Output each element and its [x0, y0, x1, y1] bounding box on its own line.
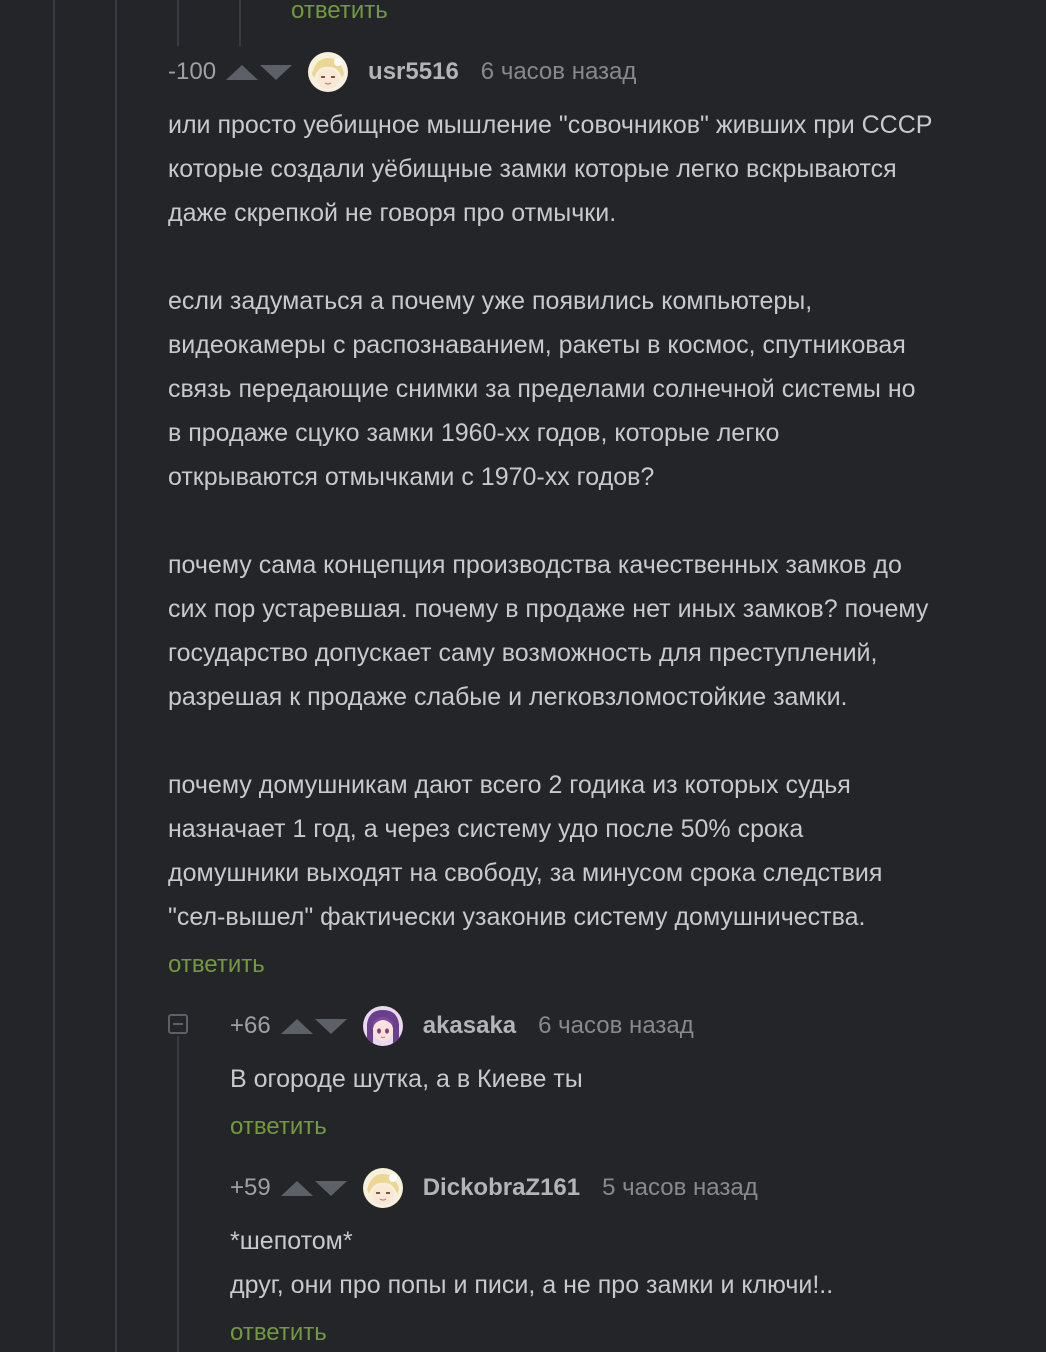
comment-body: или просто уебищное мышление "совочников…: [168, 103, 932, 939]
comment-body: *шепотом* друг, они про попы и писи, а н…: [230, 1219, 833, 1307]
comment-rating: +66: [230, 1012, 271, 1039]
avatar[interactable]: [362, 1006, 403, 1046]
comment-text-line: назначает 1 год, а через систему удо пос…: [168, 815, 804, 843]
downvote-icon[interactable]: [314, 1180, 347, 1196]
thread-line: [115, 0, 117, 1352]
reply-link[interactable]: ответить: [291, 0, 388, 26]
comment-text-line: даже скрепкой не говоря про отмычки.: [168, 199, 617, 227]
comment-text-line: государство допускает саму возможность д…: [168, 639, 878, 667]
comment-username[interactable]: DickobraZ161: [423, 1174, 580, 1202]
reply-link[interactable]: ответить: [230, 1112, 327, 1142]
blonde-anime-avatar-icon: [362, 1168, 403, 1208]
comment-text-line: если задуматься а почему уже появились к…: [168, 287, 813, 315]
collapse-thread-icon[interactable]: [168, 1014, 188, 1034]
comment-text-line: домушники выходят на свободу, за минусом…: [168, 859, 883, 887]
comment-timestamp: 6 часов назад: [480, 58, 637, 85]
upvote-icon[interactable]: [280, 1180, 313, 1196]
comment-username[interactable]: usr5516: [368, 58, 459, 86]
comment-rating: +59: [230, 1174, 271, 1201]
comment-text-line: которые создали уёбищные замки которые л…: [168, 155, 897, 183]
upvote-icon[interactable]: [280, 1018, 313, 1034]
blonde-anime-avatar-icon: [308, 52, 349, 92]
thread-line: [53, 0, 55, 1352]
comment-text-line: *шепотом*: [230, 1227, 353, 1255]
avatar[interactable]: [362, 1168, 403, 1208]
comment-text-line: связь передающие снимки за пределами сол…: [168, 375, 916, 403]
comment-text-line: в продаже сцуко замки 1960-хх годов, кот…: [168, 419, 780, 447]
comment-rating: -100: [168, 58, 217, 85]
comment-text-line: сих пор устаревшая. почему в продаже нет…: [168, 595, 929, 623]
comment-text-line: друг, они про попы и писи, а не про замк…: [230, 1271, 834, 1299]
comment-text-line: "сел-вышел" фактически узаконив систему …: [168, 903, 866, 931]
downvote-icon[interactable]: [314, 1018, 347, 1034]
comment-text-line: В огороде шутка, а в Киеве ты: [230, 1065, 583, 1093]
upvote-icon[interactable]: [226, 64, 259, 80]
comment-text-line: почему домушникам дают всего 2 годика из…: [168, 771, 851, 799]
avatar[interactable]: [308, 52, 349, 92]
comment-timestamp: 5 часов назад: [602, 1174, 758, 1201]
reply-link[interactable]: ответить: [230, 1318, 327, 1348]
comment-body: В огороде шутка, а в Киеве ты: [230, 1057, 583, 1101]
purple-hair-anime-avatar-icon: [362, 1006, 403, 1046]
comment-text-line: видеокамеры с распознаванием, ракеты в к…: [168, 331, 906, 359]
thread-line: [239, 0, 241, 46]
comment-text-line: открываются отмычками с 1970-хх годов?: [168, 463, 655, 491]
thread-line: [177, 0, 179, 46]
comment-text-line: почему сама концепция производства качес…: [168, 551, 902, 579]
comment-text-line: или просто уебищное мышление "совочников…: [168, 111, 933, 139]
comment-header: +66 akasaka 6 часов назад: [230, 1006, 694, 1046]
comment-timestamp: 6 часов назад: [538, 1012, 694, 1039]
comment-text-line: разрешая к продаже слабые и легковзломос…: [168, 683, 848, 711]
comment-header: +59 DickobraZ161 5 часов назад: [230, 1168, 758, 1208]
downvote-icon[interactable]: [260, 64, 293, 80]
comment-header: -100 usr5516 6 часов назад: [168, 52, 636, 92]
comment-username[interactable]: akasaka: [423, 1012, 516, 1040]
reply-link[interactable]: ответить: [168, 950, 265, 980]
thread-line: [177, 1036, 179, 1352]
